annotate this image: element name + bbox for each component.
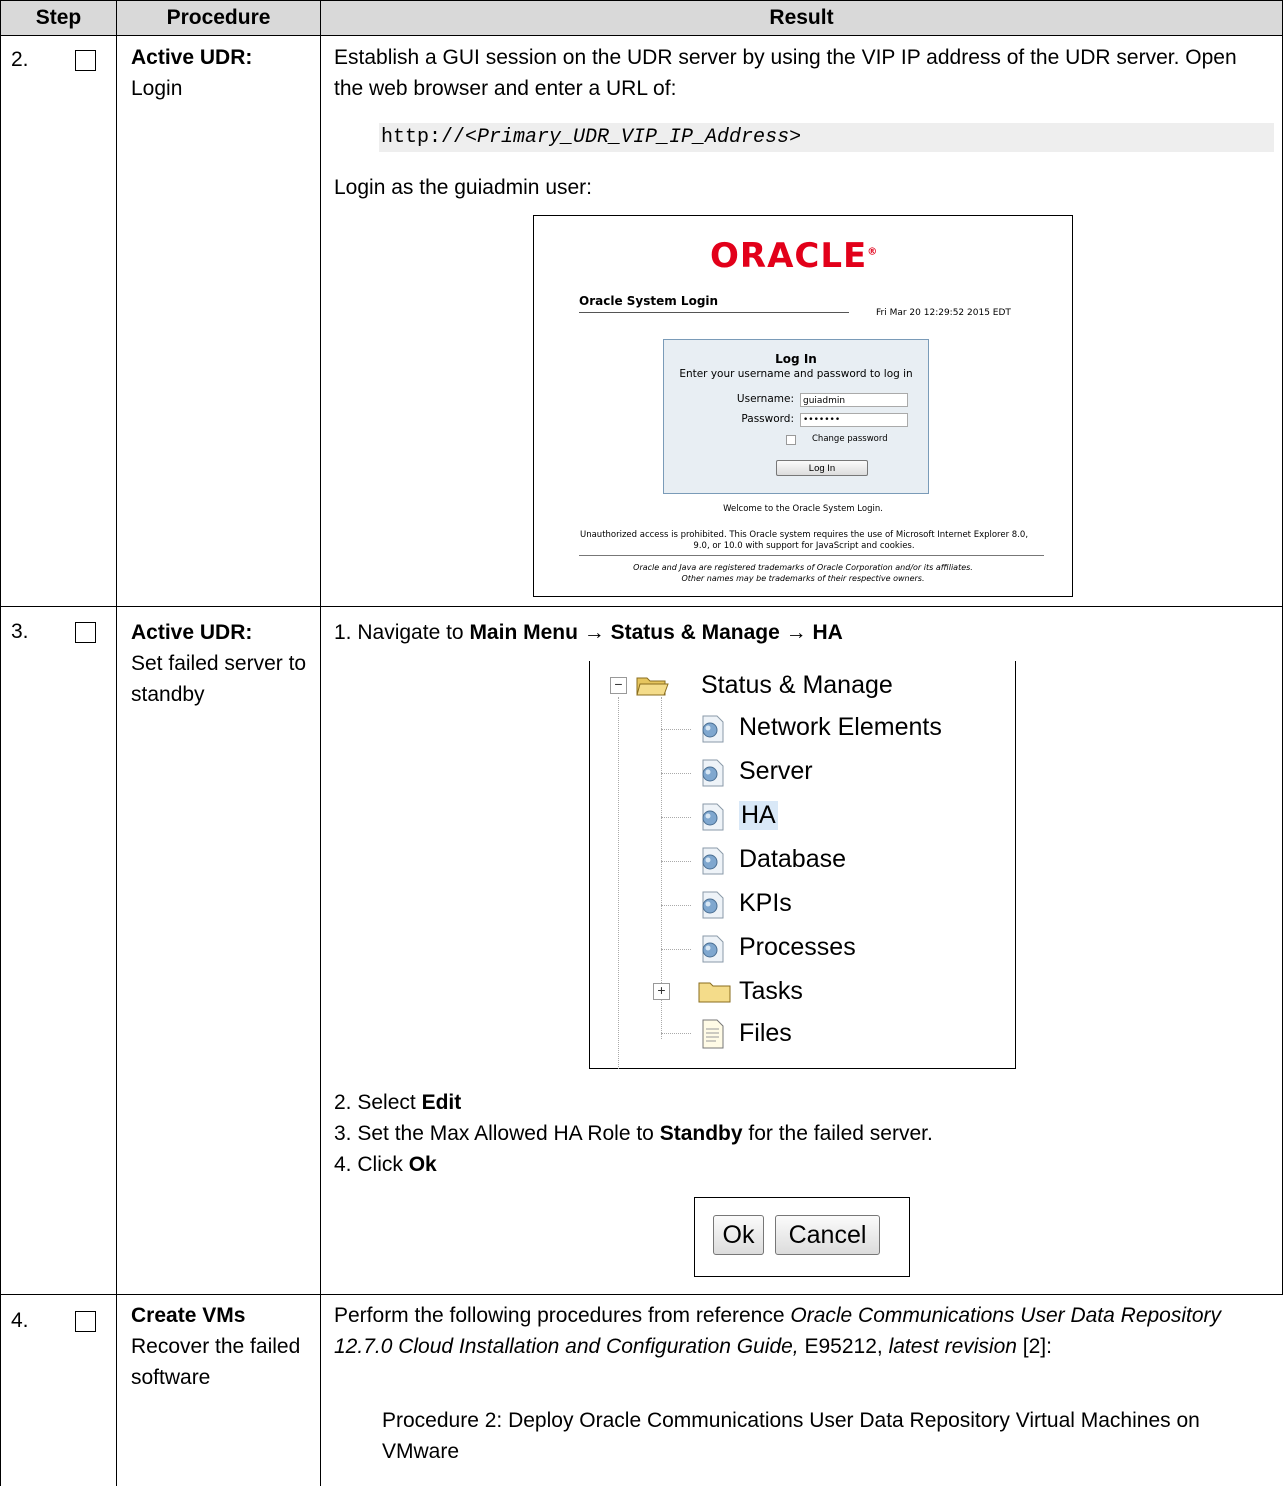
step-2-checkbox[interactable] — [75, 50, 96, 71]
page-icon — [702, 759, 724, 787]
page-icon — [702, 891, 724, 919]
step-2-intro: Establish a GUI session on the UDR serve… — [334, 46, 1237, 100]
file-icon — [702, 1019, 724, 1049]
step-2-proc-text: Login — [131, 77, 183, 100]
change-password-checkbox[interactable] — [786, 435, 796, 445]
tree-item-tasks[interactable]: Tasks — [739, 977, 803, 1006]
step-4-proc-text: Recover the failed software — [131, 1335, 301, 1389]
step-2-number: 2. — [11, 48, 29, 71]
step-3-item-4: 4. Click Ok — [334, 1153, 437, 1176]
tree-item-ha[interactable]: HA — [739, 801, 778, 830]
login-box: Log In Enter your username and password … — [663, 339, 929, 494]
step-3-proc-text: Set failed server to standby — [131, 652, 307, 706]
folder-open-icon — [636, 677, 669, 696]
username-label: Username: — [736, 393, 794, 405]
tree-root-label[interactable]: Status & Manage — [701, 671, 893, 700]
step-3-proc-title: Active UDR: — [131, 621, 253, 644]
step-3-procedure: Active UDR: Set failed server to standby — [131, 617, 311, 710]
step-3-checkbox[interactable] — [75, 622, 96, 643]
trademark-line-2: Other names may be trademarks of their r… — [681, 574, 925, 583]
change-password-label: Change password — [812, 434, 888, 444]
username-input[interactable]: guiadmin — [800, 393, 908, 407]
tree-item-network-elements[interactable]: Network Elements — [739, 713, 942, 742]
step-3-number: 3. — [11, 620, 29, 643]
step-4-intro: Perform the following procedures from re… — [334, 1304, 1222, 1358]
step-4-procedure: Create VMs Recover the failed software — [131, 1300, 311, 1393]
trademark-line-1: Oracle and Java are registered trademark… — [633, 563, 973, 572]
tree-item-files[interactable]: Files — [739, 1019, 792, 1048]
header-procedure: Procedure — [117, 0, 320, 35]
tree-item-processes[interactable]: Processes — [739, 933, 856, 962]
tree-item-database[interactable]: Database — [739, 845, 846, 874]
oracle-logo: ORACLE® — [710, 236, 879, 276]
url-code: http://<Primary_UDR_VIP_IP_Address> — [379, 123, 1274, 152]
header-result: Result — [321, 0, 1282, 35]
welcome-text: Welcome to the Oracle System Login. — [723, 504, 883, 514]
ok-button[interactable]: Ok — [713, 1215, 764, 1255]
login-screenshot: ORACLE® Oracle System Login Fri Mar 20 1… — [533, 215, 1073, 597]
tree-item-kpis[interactable]: KPIs — [739, 889, 792, 918]
collapse-root-icon[interactable]: − — [610, 677, 627, 694]
login-box-title: Log In — [775, 352, 817, 366]
page-icon — [702, 803, 724, 831]
step-3-item-2: 2. Select Edit — [334, 1091, 462, 1114]
step-4-checkbox[interactable] — [75, 1311, 96, 1332]
step-2-procedure: Active UDR: Login — [131, 42, 311, 104]
step-3-item-3: 3. Set the Max Allowed HA Role to Standb… — [334, 1122, 933, 1145]
tree-screenshot: − Status & Manage Network Elements Server… — [589, 661, 1016, 1069]
login-box-subtitle: Enter your username and password to log … — [679, 368, 913, 380]
system-login-title: Oracle System Login — [579, 294, 719, 308]
login-datetime: Fri Mar 20 12:29:52 2015 EDT — [876, 308, 1011, 318]
login-button[interactable]: Log In — [776, 460, 868, 476]
folder-icon — [698, 982, 731, 1003]
step-4-number: 4. — [11, 1309, 29, 1332]
password-label: Password: — [741, 413, 794, 425]
cancel-button[interactable]: Cancel — [775, 1215, 880, 1255]
page-icon — [702, 715, 724, 743]
tree-item-server[interactable]: Server — [739, 757, 813, 786]
step-3-item-1: 1. Navigate to Main Menu → Status & Mana… — [334, 621, 843, 644]
header-step: Step — [1, 0, 116, 35]
step-2-proc-title: Active UDR: — [131, 46, 253, 69]
unauthorized-text: Unauthorized access is prohibited. This … — [579, 530, 1029, 551]
password-input[interactable]: ••••••• — [800, 413, 908, 427]
login-as-text: Login as the guiadmin user: — [334, 176, 592, 199]
expand-tasks-icon[interactable]: + — [653, 983, 670, 1000]
step-4-proc-title: Create VMs — [131, 1304, 246, 1327]
ok-cancel-screenshot: Ok Cancel — [694, 1197, 910, 1277]
page-icon — [702, 935, 724, 963]
page-icon — [702, 847, 724, 875]
step-4-procedure-ref: Procedure 2: Deploy Oracle Communication… — [382, 1409, 1200, 1463]
